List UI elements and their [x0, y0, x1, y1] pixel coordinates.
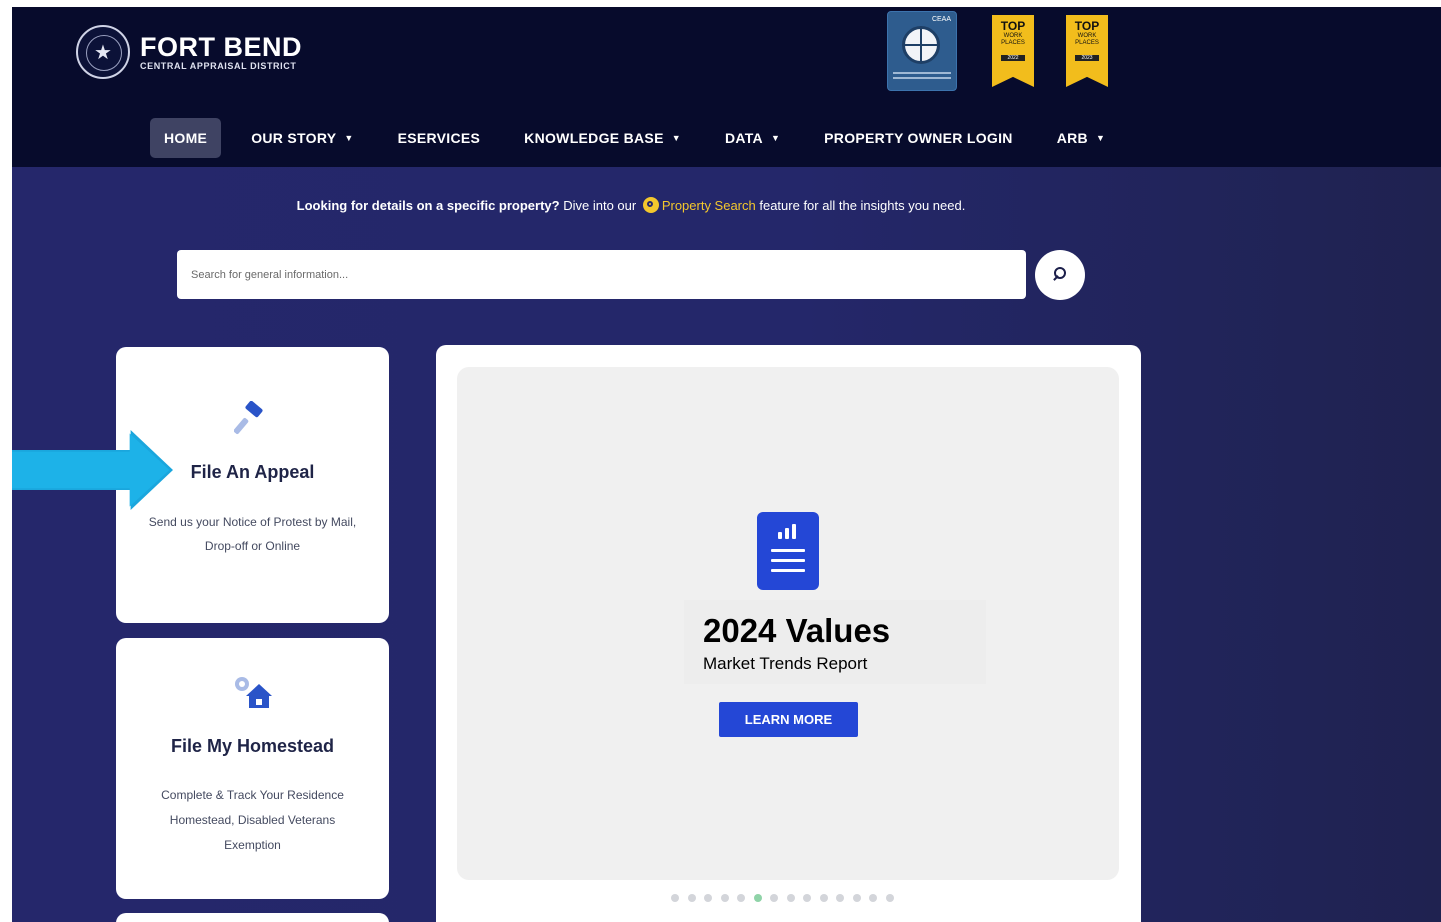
nav-property-owner-login[interactable]: PROPERTY OWNER LOGIN	[810, 118, 1027, 158]
slide-subtitle: Market Trends Report	[703, 654, 868, 673]
ceaa-badge: CEAA	[887, 11, 957, 91]
caret-down-icon: ▼	[770, 133, 781, 143]
slide-caption: 2024 Values Market Trends Report	[684, 600, 986, 684]
ceaa-label: CEAA	[931, 16, 951, 23]
report-chart-icon	[757, 512, 819, 590]
nav-arb[interactable]: ARB ▼	[1043, 118, 1119, 158]
carousel-dot[interactable]	[786, 894, 795, 902]
carousel-slide: 2024 Values Market Trends Report LEARN M…	[457, 367, 1119, 880]
nav-eservices[interactable]: ESERVICES	[384, 118, 495, 158]
nav-home[interactable]: HOME	[150, 118, 222, 158]
top-workplaces-2023-badge: TOP WORK PLACES 2023	[1066, 15, 1108, 87]
search-input[interactable]	[177, 250, 1026, 299]
carousel-dot[interactable]	[753, 894, 762, 902]
property-search-intro: Looking for details on a specific proper…	[296, 197, 966, 213]
caret-down-icon: ▼	[671, 133, 681, 143]
carousel-dot[interactable]	[704, 894, 712, 902]
property-search-link[interactable]: Property Search	[662, 198, 756, 213]
top-workplaces-2022-badge: TOP WORK PLACES 2022	[992, 15, 1034, 87]
next-card[interactable]	[116, 913, 389, 922]
nav-data[interactable]: DATA ▼	[711, 118, 794, 158]
main-nav: HOME OUR STORY ▼ ESERVICES KNOWLEDGE BASE…	[150, 118, 1135, 158]
featured-carousel: 2024 Values Market Trends Report LEARN M…	[436, 345, 1141, 922]
carousel-dot[interactable]	[671, 894, 679, 902]
file-homestead-card[interactable]: File My Homestead Complete & Track Your …	[116, 638, 389, 899]
nav-knowledge-base[interactable]: KNOWLEDGE BASE ▼	[510, 118, 695, 158]
card-title: File My Homestead	[170, 736, 335, 756]
nav-our-story[interactable]: OUR STORY ▼	[237, 118, 367, 158]
globe-icon	[902, 26, 940, 64]
carousel-dots	[671, 894, 902, 902]
carousel-dot[interactable]	[770, 894, 778, 902]
carousel-dot[interactable]	[803, 894, 811, 902]
logo-subtitle: CENTRAL APPRAISAL DISTRICT	[140, 61, 297, 71]
page: ★ FORT BEND CENTRAL APPRAISAL DISTRICT C…	[12, 7, 1441, 922]
seal-icon: ★	[76, 25, 130, 79]
logo-name: FORT BEND	[140, 32, 302, 62]
caret-down-icon: ▼	[344, 133, 354, 143]
carousel-dot[interactable]	[737, 894, 745, 902]
gavel-icon	[234, 401, 263, 435]
carousel-dot[interactable]	[819, 894, 828, 902]
site-header: ★ FORT BEND CENTRAL APPRAISAL DISTRICT C…	[12, 7, 1441, 167]
carousel-dot[interactable]	[720, 894, 729, 902]
slide-title: 2024 Values	[703, 612, 891, 649]
carousel-dot[interactable]	[885, 894, 894, 902]
search-button[interactable]	[1035, 250, 1085, 300]
card-description: Send us your Notice of Protest by Mail, …	[148, 515, 357, 553]
carousel-dot[interactable]	[687, 894, 696, 902]
carousel-dot[interactable]	[852, 894, 861, 902]
house-gear-icon	[235, 677, 272, 708]
caret-down-icon: ▼	[1095, 133, 1106, 143]
card-description: Complete & Track Your Residence Homestea…	[161, 788, 344, 852]
site-logo[interactable]: ★ FORT BEND CENTRAL APPRAISAL DISTRICT	[76, 25, 302, 79]
carousel-dot[interactable]	[869, 894, 877, 902]
location-pin-icon	[642, 197, 659, 213]
learn-more-button[interactable]: LEARN MORE	[719, 702, 858, 737]
carousel-dot[interactable]	[836, 894, 844, 902]
